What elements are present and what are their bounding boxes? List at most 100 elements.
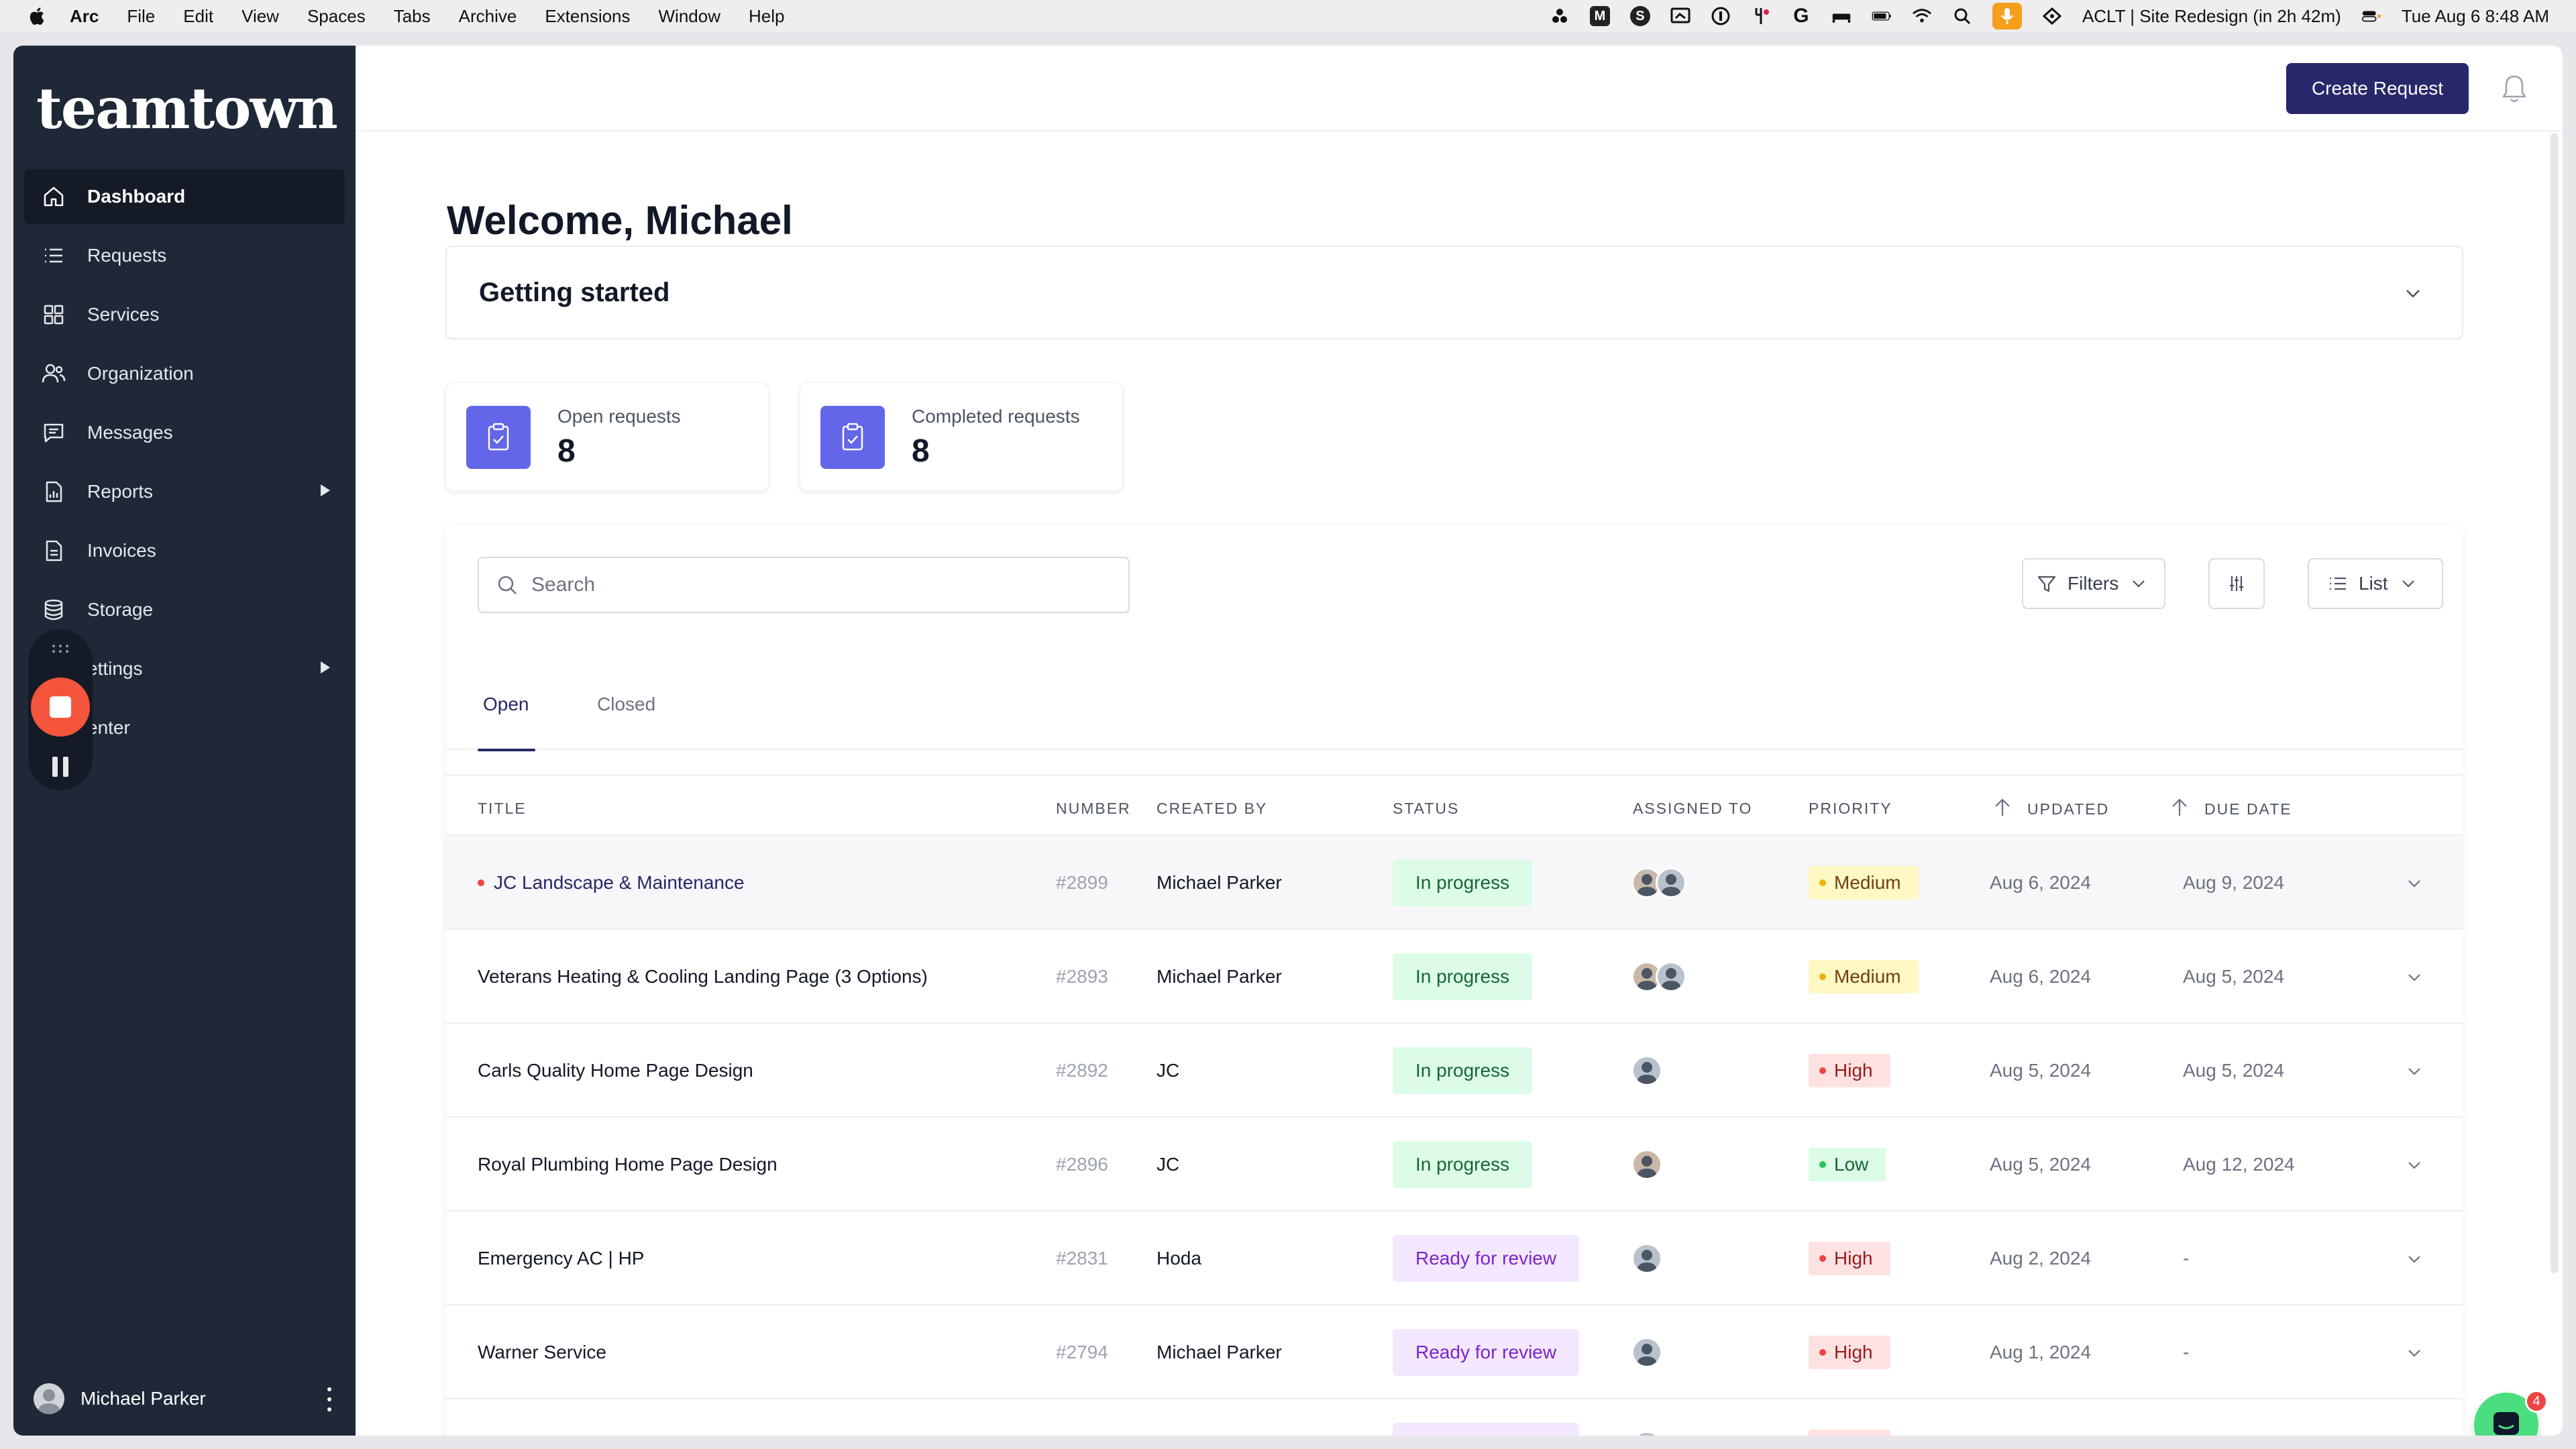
clipboard-icon	[820, 406, 885, 469]
cluster-icon[interactable]	[1550, 6, 1570, 26]
onepassword-icon[interactable]	[1711, 6, 1731, 26]
column-priority[interactable]: PRIORITY	[1809, 800, 1892, 818]
spotlight-icon[interactable]	[1952, 6, 1972, 26]
drag-handle-icon[interactable]	[51, 643, 70, 658]
table-row[interactable]: JC Landscape & Maintenance #2899 Michael P…	[445, 836, 2463, 930]
request-assignees[interactable]	[1631, 1118, 1662, 1212]
request-title[interactable]: Carls Quality Home Page Design	[478, 1024, 753, 1118]
table-row[interactable]: Carls Quality Home Page Design #2892 JC In …	[445, 1024, 2463, 1118]
scrollbar[interactable]	[2551, 133, 2559, 1273]
more-vertical-icon[interactable]	[327, 1387, 333, 1411]
table-row[interactable]: Emergency AC | HP #2831 Hoda Ready for revi…	[445, 1212, 2463, 1305]
screen-icon[interactable]	[1670, 6, 1690, 26]
column-updated[interactable]: UPDATED	[1992, 798, 2109, 818]
chevron-down-icon[interactable]	[2406, 875, 2423, 892]
control-center-icon[interactable]	[2361, 6, 2381, 26]
request-title[interactable]: Burkhardt Heating	[478, 1399, 629, 1436]
sidebar-item-storage[interactable]: Storage	[24, 582, 345, 637]
request-title[interactable]: Royal Plumbing Home Page Design	[478, 1118, 777, 1212]
table-row[interactable]: Royal Plumbing Home Page Design #2896 JC In…	[445, 1118, 2463, 1212]
expand-arrow-icon[interactable]	[321, 661, 330, 674]
column-number[interactable]: NUMBER	[1056, 800, 1131, 818]
bell-icon[interactable]	[2500, 72, 2529, 105]
m-icon[interactable]: M	[1589, 6, 1610, 26]
logo[interactable]: teamtown	[36, 75, 338, 142]
getting-started-title: Getting started	[479, 278, 670, 307]
getting-started-panel[interactable]: Getting started	[445, 246, 2463, 339]
sidebar-item-label: Organization	[87, 363, 194, 384]
s-icon[interactable]: S	[1629, 6, 1650, 26]
request-title[interactable]: Emergency AC | HP	[478, 1212, 644, 1305]
menu-bar: Arc File Edit View Spaces Tabs Archive E…	[0, 0, 2576, 32]
tab-open[interactable]: Open	[478, 686, 535, 751]
menu-extensions[interactable]: Extensions	[545, 6, 630, 27]
view-mode-button[interactable]: List	[2308, 558, 2443, 609]
tab-closed[interactable]: Closed	[597, 686, 655, 750]
request-assignees[interactable]	[1631, 930, 1686, 1024]
request-assignees[interactable]	[1631, 836, 1686, 930]
create-request-button[interactable]: Create Request	[2286, 63, 2469, 114]
pause-recording-button[interactable]	[48, 757, 72, 778]
column-created-by[interactable]: CREATED BY	[1157, 800, 1267, 818]
expand-arrow-icon[interactable]	[321, 484, 330, 496]
grammarly-icon[interactable]: G	[1791, 5, 1811, 27]
chevron-down-icon[interactable]	[2406, 1250, 2423, 1268]
search-field[interactable]	[478, 557, 1130, 613]
wifi-icon[interactable]	[1912, 6, 1932, 26]
menu-edit[interactable]: Edit	[183, 6, 213, 27]
stop-recording-button[interactable]	[31, 678, 90, 737]
sidebar-item-messages[interactable]: Messages	[24, 405, 345, 460]
request-assignees[interactable]	[1631, 1305, 1662, 1399]
chevron-down-icon[interactable]	[2406, 969, 2423, 986]
menu-file[interactable]: File	[127, 6, 155, 27]
filters-button[interactable]: Filters	[2022, 558, 2165, 609]
table-row[interactable]: Veterans Heating & Cooling Landing Page …	[445, 930, 2463, 1024]
fork-icon[interactable]	[1751, 6, 1771, 26]
menu-help[interactable]: Help	[749, 6, 784, 27]
menu-spaces[interactable]: Spaces	[307, 6, 366, 27]
menu-app-arc[interactable]: Arc	[70, 6, 99, 27]
sidebar-item-services[interactable]: Services	[24, 287, 345, 342]
sidebar-item-invoices[interactable]: Invoices	[24, 523, 345, 578]
chevron-down-icon[interactable]	[2404, 284, 2422, 302]
request-assignees[interactable]	[1631, 1024, 1662, 1118]
column-due-date[interactable]: DUE DATE	[2169, 798, 2292, 818]
request-title[interactable]: Veterans Heating & Cooling Landing Page …	[478, 930, 928, 1024]
request-assignees[interactable]	[1631, 1399, 1662, 1436]
request-number: #2794	[1056, 1342, 1108, 1362]
clock[interactable]: Tue Aug 6 8:48 AM	[2402, 6, 2549, 27]
stat-open-requests[interactable]: Open requests 8	[445, 382, 769, 491]
chevron-down-icon[interactable]	[2406, 1063, 2423, 1080]
menu-view[interactable]: View	[241, 6, 279, 27]
rotate-icon[interactable]	[2042, 6, 2062, 26]
menu-tabs[interactable]: Tabs	[394, 6, 431, 27]
column-settings-button[interactable]	[2208, 558, 2265, 609]
column-status[interactable]: STATUS	[1393, 800, 1459, 818]
sidebar-item-requests[interactable]: Requests	[24, 228, 345, 283]
user-menu[interactable]: Michael Parker	[34, 1362, 349, 1436]
menu-archive[interactable]: Archive	[459, 6, 517, 27]
stat-completed-requests[interactable]: Completed requests 8	[800, 382, 1123, 491]
microphone-icon[interactable]	[1992, 3, 2022, 30]
column-assigned-to[interactable]: ASSIGNED TO	[1633, 800, 1752, 818]
battery-icon[interactable]	[1872, 6, 1892, 26]
apple-icon[interactable]	[27, 6, 46, 26]
column-title[interactable]: TITLE	[478, 800, 527, 818]
request-assignees[interactable]	[1631, 1212, 1662, 1305]
chevron-down-icon[interactable]	[2406, 1344, 2423, 1362]
request-title-text: Royal Plumbing Home Page Design	[478, 1154, 777, 1175]
avatar	[1656, 961, 1686, 992]
request-title[interactable]: JC Landscape & Maintenance	[478, 836, 745, 930]
chevron-down-icon[interactable]	[2406, 1157, 2423, 1174]
bed-icon[interactable]	[1831, 6, 1851, 26]
menu-window[interactable]: Window	[659, 6, 720, 27]
search-input[interactable]	[531, 574, 1068, 596]
calendar-event[interactable]: ACLT | Site Redesign (in 2h 42m)	[2082, 6, 2341, 27]
table-row[interactable]: Burkhardt Heating #2796 Michael Parker Read…	[445, 1399, 2463, 1436]
request-title[interactable]: Warner Service	[478, 1305, 606, 1399]
sidebar-item-dashboard[interactable]: Dashboard	[24, 169, 345, 224]
sidebar-item-organization[interactable]: Organization	[24, 346, 345, 401]
sidebar-item-reports[interactable]: Reports	[24, 464, 345, 519]
request-updated: Aug 1, 2024	[1990, 1342, 2092, 1362]
table-row[interactable]: Warner Service #2794 Michael Parker Ready f…	[445, 1305, 2463, 1399]
